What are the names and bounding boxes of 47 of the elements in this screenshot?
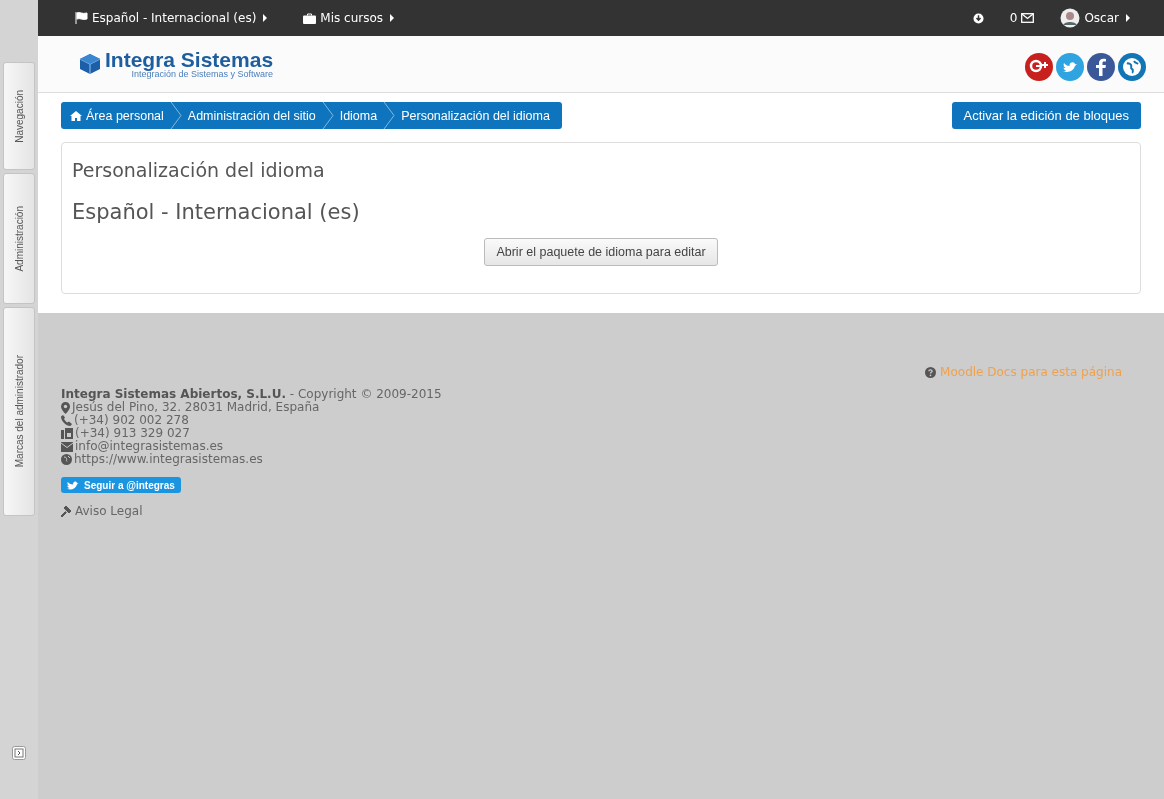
logo-name: Integra Sistemas: [105, 49, 274, 70]
courses-menu[interactable]: Mis cursos: [303, 11, 395, 25]
breadcrumb-link[interactable]: Idioma: [339, 102, 402, 129]
avatar-icon: [1060, 8, 1081, 28]
contact-text: info@integrasistemas.es: [75, 440, 224, 453]
help-icon: [925, 367, 937, 378]
globe-icon[interactable]: [1118, 53, 1146, 81]
edit-blocks-button[interactable]: Activar la edición de bloques: [951, 102, 1141, 129]
chevron-separator-icon: [321, 102, 334, 129]
breadcrumb-link[interactable]: Personalización del idioma: [401, 102, 550, 129]
breadcrumb-link[interactable]: Área personal: [70, 102, 188, 129]
phone-icon: [61, 415, 72, 426]
download-icon[interactable]: [972, 12, 984, 24]
copyright-text: Integra Sistemas Abiertos, S.L.U. - Copyright © 2009-2015: [61, 388, 442, 401]
language-heading: Español - Internacional (es): [72, 200, 361, 224]
twitter-icon[interactable]: [1056, 53, 1084, 81]
facebook-icon[interactable]: [1087, 53, 1115, 81]
gavel-icon: [61, 506, 73, 517]
home-icon: [70, 110, 82, 121]
contact-text: https://www.integrasistemas.es: [74, 453, 263, 466]
chevron-separator-icon: [383, 102, 396, 129]
dock-tab[interactable]: Navegación: [3, 62, 35, 170]
envelope-icon: [1021, 13, 1035, 23]
google-plus-icon[interactable]: [1025, 53, 1053, 81]
dock-tab[interactable]: Marcas del administrador: [3, 307, 35, 516]
page-heading: Personalización del idioma: [72, 159, 326, 181]
map-pin-icon: [61, 401, 70, 414]
bird-icon: [67, 480, 79, 490]
language-menu[interactable]: Español - Internacional (es): [75, 11, 268, 25]
chevron-separator-icon: [169, 102, 182, 129]
globe-icon: [61, 454, 72, 465]
open-language-pack-button[interactable]: Abrir el paquete de idioma para editar: [484, 238, 718, 266]
cube-logo-icon: [79, 53, 101, 75]
logo-tagline: Integración de Sistemas y Software: [131, 70, 274, 79]
user-menu[interactable]: Oscar: [1060, 8, 1130, 28]
messages-link[interactable]: 0: [1009, 11, 1035, 25]
breadcrumb-link[interactable]: Administración del sitio: [187, 102, 340, 129]
fax-icon: [61, 428, 73, 439]
panel-icon[interactable]: [12, 746, 26, 760]
flag-icon: [75, 12, 88, 24]
contact-text: Jesús del Pino, 32. 28031 Madrid, España: [72, 401, 320, 414]
contact-text: (+34) 902 002 278: [74, 414, 189, 427]
dock-tab[interactable]: Administración: [3, 173, 35, 304]
legal-notice-link[interactable]: Aviso Legal: [75, 505, 143, 518]
envelope-icon: [61, 441, 73, 452]
briefcase-icon: [303, 12, 317, 24]
contact-text: (+34) 913 329 027: [75, 427, 190, 440]
